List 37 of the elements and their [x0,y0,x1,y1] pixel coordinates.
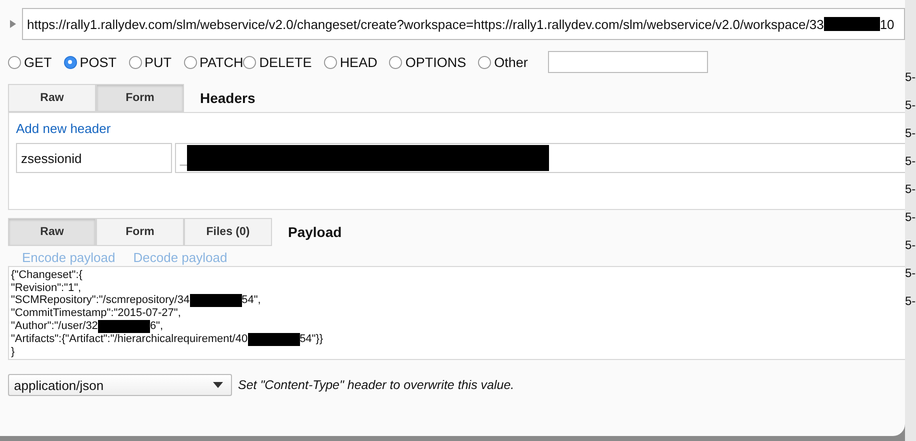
background-cell: 5- [905,266,916,280]
background-cell: 5- [905,154,916,168]
headers-tab[interactable]: Form [96,84,184,112]
redaction-bar [98,320,150,332]
header-name-field[interactable]: zsessionid [16,143,172,173]
background-cell: 5- [905,98,916,112]
method-radio[interactable]: DELETE [243,54,312,70]
payload-tab[interactable]: Files (0) [184,218,272,246]
other-method-field[interactable] [548,51,708,73]
section-title: Headers [200,90,256,106]
method-radio[interactable]: Other [478,54,528,70]
background-cell: 5- [905,70,916,84]
method-radio[interactable]: PATCH [184,54,244,70]
url-field[interactable]: https://rally1.rallydev.com/slm/webservice/v2.0/changeset/create?workspace=https://rally1.rallydev.com/slm/webservice/v2.0/workspace/33 10 [22,8,905,40]
background-cell: 5- [905,210,916,224]
background-cell: 5- [905,182,916,196]
expand-triangle-icon[interactable] [10,20,16,28]
redaction-bar [190,294,242,307]
method-radio[interactable]: HEAD [324,54,378,70]
content-type-hint: Set "Content-Type" header to overwrite this value. [238,378,514,392]
payload-tab[interactable]: Raw [8,218,96,246]
redaction-bar [824,17,880,31]
method-radio[interactable]: POST [64,54,117,70]
headers-tab[interactable]: Raw [8,84,96,112]
section-title: Payload [288,224,342,240]
background-cell: 5- [905,294,916,308]
background-cell: 5- [905,126,916,140]
method-radio[interactable]: OPTIONS [389,54,466,70]
method-radio[interactable]: GET [8,54,52,70]
method-radio[interactable]: PUT [128,54,172,70]
caret-icon [213,382,223,388]
add-header-link[interactable]: Add new header [16,121,111,136]
content-type-dropdown[interactable]: application/json [8,374,232,396]
payload-editor[interactable]: {"Changeset":{ "Revision":"1", "SCMRepository":"/scmrepository/34 54", "CommitTimestamp":"2015-07-27", "Author":"/user/32 6", "Artifacts":{"Artifact":"/hierarchicalrequirement/40 54"}} } [8,266,905,360]
background-cell: 5- [905,238,916,252]
redaction-bar [248,332,300,346]
payload-tab[interactable]: Form [96,218,184,246]
